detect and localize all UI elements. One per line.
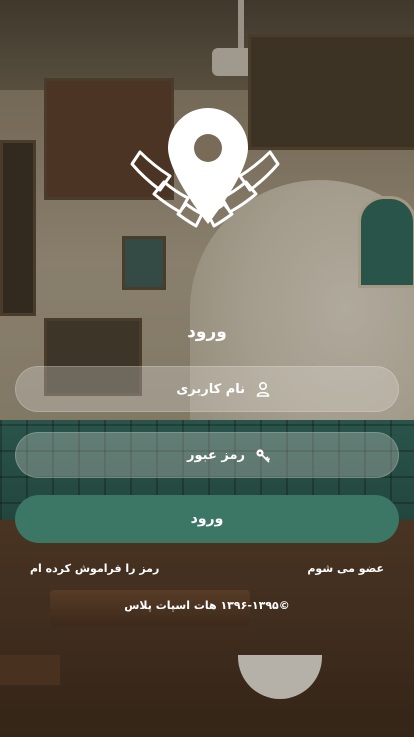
key-icon xyxy=(256,449,270,463)
signup-link[interactable]: عضو می شوم xyxy=(307,562,384,575)
password-field[interactable] xyxy=(15,432,399,478)
password-input[interactable] xyxy=(143,446,247,464)
page-title: ورود xyxy=(187,322,227,342)
copyright-text: ©۱۳۹۶-۱۳۹۵ هات اسپات پلاس xyxy=(124,599,290,612)
username-input[interactable] xyxy=(143,380,247,398)
login-button[interactable]: ورود xyxy=(15,495,399,543)
forgot-password-link[interactable]: رمز را فراموش کرده ام xyxy=(30,562,159,575)
wifi-location-pin-icon xyxy=(130,108,280,228)
username-field[interactable] xyxy=(15,366,399,412)
user-icon xyxy=(256,381,270,397)
